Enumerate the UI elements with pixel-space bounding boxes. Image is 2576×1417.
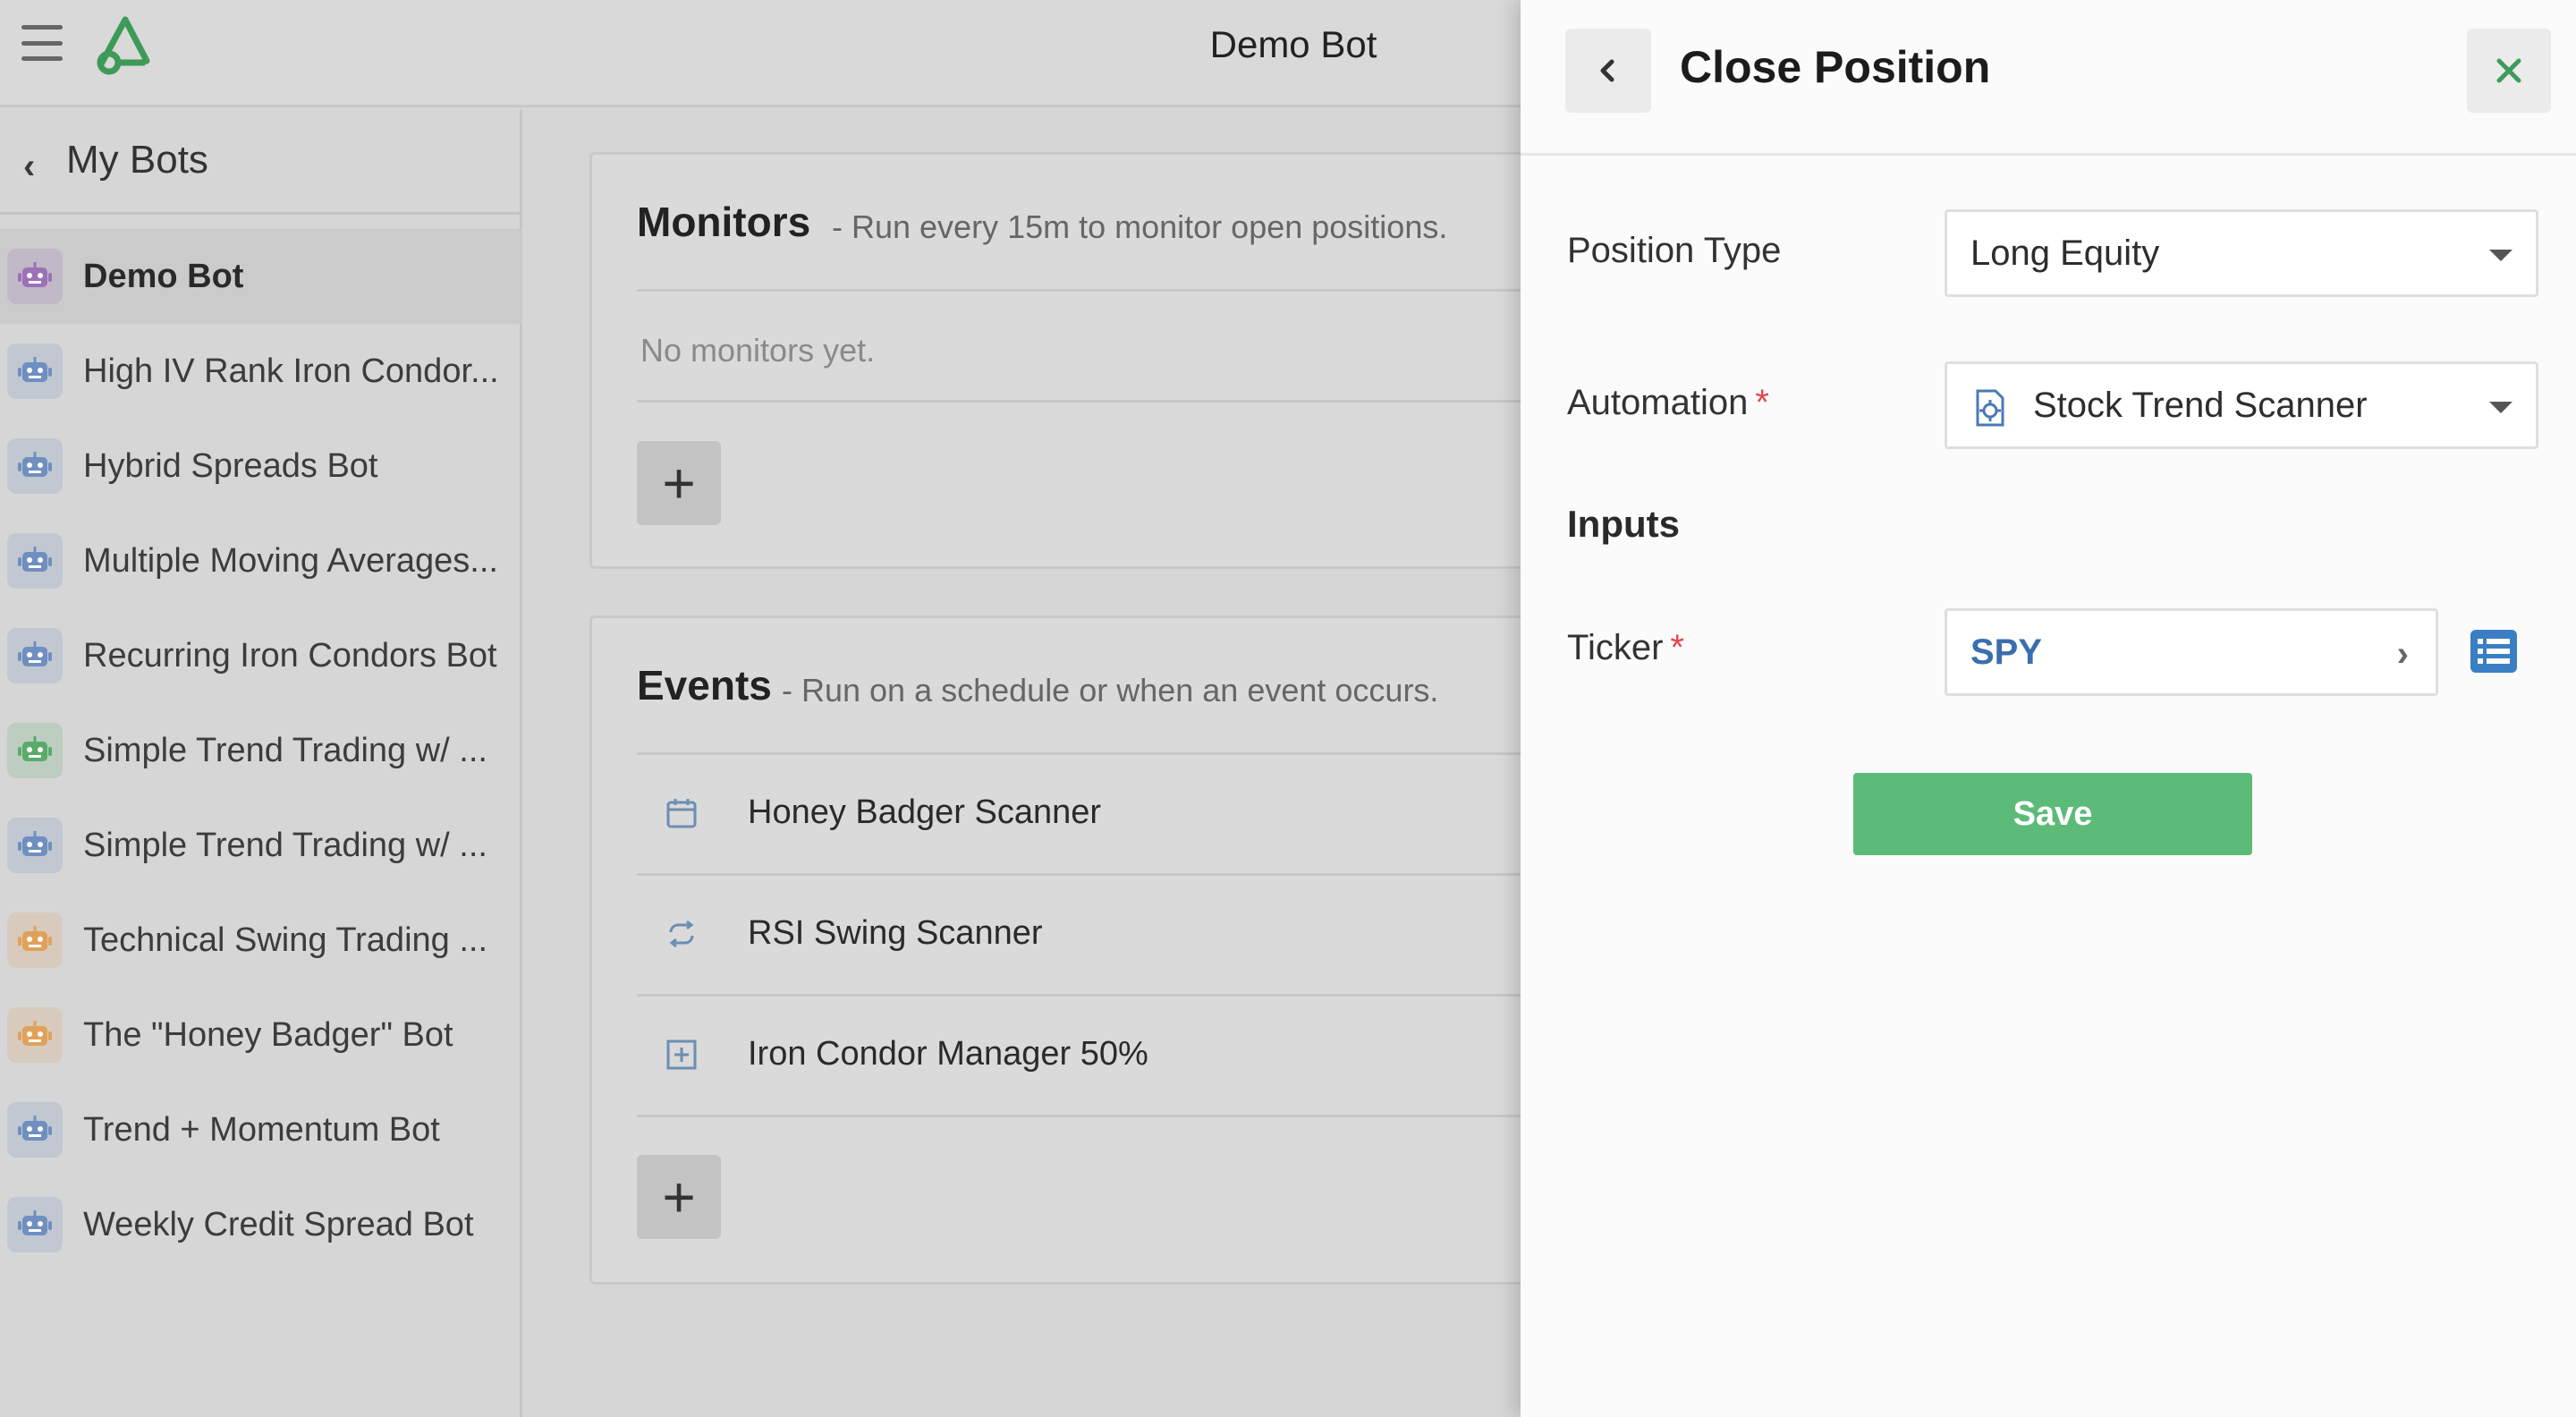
sidebar-item-bot[interactable]: The "Honey Badger" Bot (0, 988, 522, 1082)
event-row[interactable]: Honey Badger Scanner (637, 752, 1571, 870)
chevron-down-icon (2489, 250, 2512, 261)
sidebar-item-label: Simple Trend Trading w/ ... (83, 826, 487, 864)
ticker-label: Ticker * (1567, 628, 1684, 668)
automation-label: Automation * (1567, 383, 1769, 423)
drawer-header: Close Position (1521, 0, 2576, 156)
robot-icon (7, 533, 63, 589)
required-mark: * (1755, 383, 1769, 422)
automation-icon (1976, 389, 2004, 427)
add-event-button[interactable]: + (637, 1155, 721, 1239)
drawer-title: Close Position (1680, 42, 1991, 92)
robot-icon (7, 344, 63, 399)
sidebar-item-label: Demo Bot (83, 257, 244, 295)
divider (637, 1115, 1571, 1117)
hamburger-menu-icon[interactable] (21, 23, 63, 63)
position-type-value: Long Equity (1970, 233, 2160, 273)
events-subtitle: - Run on a schedule or when an event occ… (782, 672, 1439, 708)
list-icon[interactable] (2469, 628, 2519, 675)
robot-icon (7, 912, 63, 968)
sidebar-item-label: Trend + Momentum Bot (83, 1110, 440, 1149)
my-bots-label: My Bots (66, 138, 208, 182)
close-position-drawer: Close Position Position Type Long Equity… (1521, 0, 2576, 1417)
automation-label-text: Automation (1567, 383, 1749, 422)
ticker-value: SPY (1970, 632, 2043, 672)
monitors-empty-text: No monitors yet. (640, 332, 876, 369)
app-title: Demo Bot (1209, 23, 1377, 65)
monitors-title: Monitors (637, 199, 811, 245)
events-card: Events - Run on a schedule or when an ev… (589, 615, 1573, 1285)
robot-icon (7, 818, 63, 873)
robot-icon (7, 723, 63, 778)
required-mark: * (1670, 628, 1684, 667)
position-type-select[interactable]: Long Equity (1945, 209, 2538, 297)
bot-list: Demo Bot High IV Rank Iron Condor... Hybri… (0, 229, 522, 1272)
chevron-left-icon: ‹ (23, 147, 36, 186)
sidebar-item-bot[interactable]: Technical Swing Trading ... (0, 893, 522, 988)
event-name: Iron Condor Manager 50% (748, 1035, 1148, 1073)
robot-icon (7, 1102, 63, 1158)
main-content: Monitors - Run every 15m to monitor open… (525, 109, 1573, 1417)
sidebar-item-bot[interactable]: Recurring Iron Condors Bot (0, 608, 522, 703)
divider (637, 400, 1571, 403)
automation-select[interactable]: Stock Trend Scanner (1945, 361, 2538, 449)
position-type-label: Position Type (1567, 231, 1782, 270)
monitors-subtitle: - Run every 15m to monitor open position… (832, 208, 1448, 245)
close-icon (2496, 58, 2521, 83)
sidebar-item-label: Multiple Moving Averages... (83, 541, 498, 580)
my-bots-back-link[interactable]: ‹ My Bots (0, 109, 522, 215)
chevron-right-icon: › (2396, 634, 2409, 674)
event-name: RSI Swing Scanner (748, 914, 1043, 952)
sidebar-item-label: High IV Rank Iron Condor... (83, 352, 499, 390)
event-row[interactable]: Iron Condor Manager 50% (637, 994, 1571, 1112)
inputs-heading: Inputs (1567, 503, 1680, 545)
app-logo[interactable] (91, 13, 159, 77)
events-title: Events (637, 662, 772, 708)
ticker-field[interactable]: SPY › (1945, 608, 2438, 696)
sidebar-item-label: The "Honey Badger" Bot (83, 1015, 453, 1054)
robot-icon (7, 628, 63, 683)
divider (637, 289, 1571, 292)
ticker-label-text: Ticker (1567, 628, 1664, 667)
robot-icon (7, 249, 63, 304)
calendar-icon (664, 795, 699, 831)
robot-icon (7, 1197, 63, 1252)
save-button[interactable]: Save (1853, 773, 2252, 855)
repeat-icon (664, 916, 699, 952)
sidebar-item-bot[interactable]: High IV Rank Iron Condor... (0, 324, 522, 419)
sidebar-item-label: Technical Swing Trading ... (83, 921, 488, 959)
chevron-left-icon (1600, 59, 1614, 82)
sidebar-item-bot[interactable]: Multiple Moving Averages... (0, 513, 522, 608)
sidebar-item-label: Hybrid Spreads Bot (83, 446, 378, 485)
sidebar-item-bot[interactable]: Hybrid Spreads Bot (0, 419, 522, 513)
plus-square-icon (664, 1037, 699, 1073)
sidebar-item-label: Recurring Iron Condors Bot (83, 636, 497, 675)
chevron-down-icon (2489, 402, 2512, 413)
sidebar-item-label: Simple Trend Trading w/ ... (83, 731, 487, 769)
close-button[interactable] (2467, 29, 2551, 113)
robot-icon (7, 438, 63, 494)
sidebar: ‹ My Bots Demo Bot High IV Rank Iron Cond… (0, 109, 522, 1417)
sidebar-item-bot[interactable]: Weekly Credit Spread Bot (0, 1177, 522, 1272)
top-bar: Demo Bot (0, 0, 1521, 107)
back-button[interactable] (1565, 29, 1651, 113)
add-monitor-button[interactable]: + (637, 441, 721, 525)
robot-icon (7, 1007, 63, 1063)
monitors-card: Monitors - Run every 15m to monitor open… (589, 152, 1573, 569)
event-name: Honey Badger Scanner (748, 793, 1102, 831)
sidebar-item-bot[interactable]: Demo Bot (0, 229, 522, 324)
automation-value: Stock Trend Scanner (2033, 386, 2368, 425)
event-row[interactable]: RSI Swing Scanner (637, 873, 1571, 991)
sidebar-item-bot[interactable]: Simple Trend Trading w/ ... (0, 703, 522, 798)
sidebar-item-bot[interactable]: Trend + Momentum Bot (0, 1082, 522, 1177)
sidebar-item-label: Weekly Credit Spread Bot (83, 1205, 474, 1243)
sidebar-item-bot[interactable]: Simple Trend Trading w/ ... (0, 798, 522, 893)
